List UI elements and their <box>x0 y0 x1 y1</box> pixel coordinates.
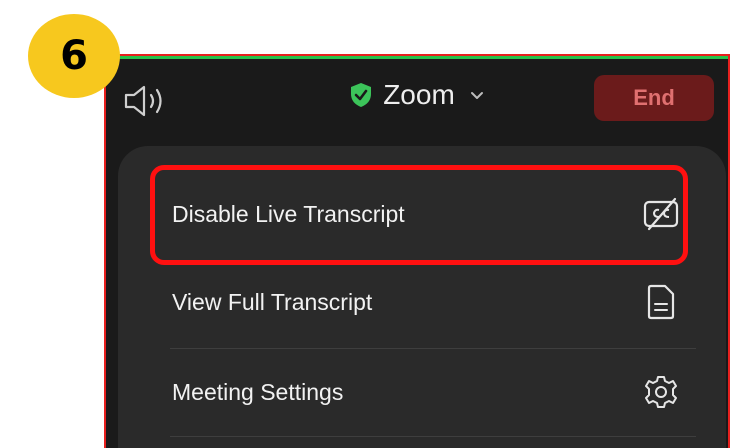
shield-check-icon <box>351 83 372 107</box>
more-options-menu: Disable Live Transcript View Full Transc… <box>118 146 726 448</box>
zoom-app-window: Zoom End Disable Live Transcript View Fu… <box>104 54 730 448</box>
menu-item-view-full-transcript[interactable]: View Full Transcript <box>156 258 696 346</box>
meeting-topbar: Zoom End <box>106 59 728 141</box>
chevron-down-icon <box>470 92 483 99</box>
step-number: 6 <box>60 33 88 79</box>
document-icon <box>647 284 675 320</box>
menu-item-meeting-settings[interactable]: Meeting Settings <box>156 348 696 436</box>
menu-item-label: View Full Transcript <box>172 288 373 315</box>
menu-divider <box>170 436 696 437</box>
gear-icon <box>645 376 677 408</box>
menu-item-label: Meeting Settings <box>172 378 344 405</box>
menu-item-disable-live-transcript[interactable]: Disable Live Transcript <box>156 146 696 258</box>
meeting-title: Zoom <box>383 79 455 110</box>
step-number-badge: 6 <box>28 14 120 98</box>
end-meeting-button[interactable]: End <box>594 75 714 121</box>
closed-caption-off-icon <box>643 197 679 231</box>
menu-item-label: Disable Live Transcript <box>172 200 405 227</box>
